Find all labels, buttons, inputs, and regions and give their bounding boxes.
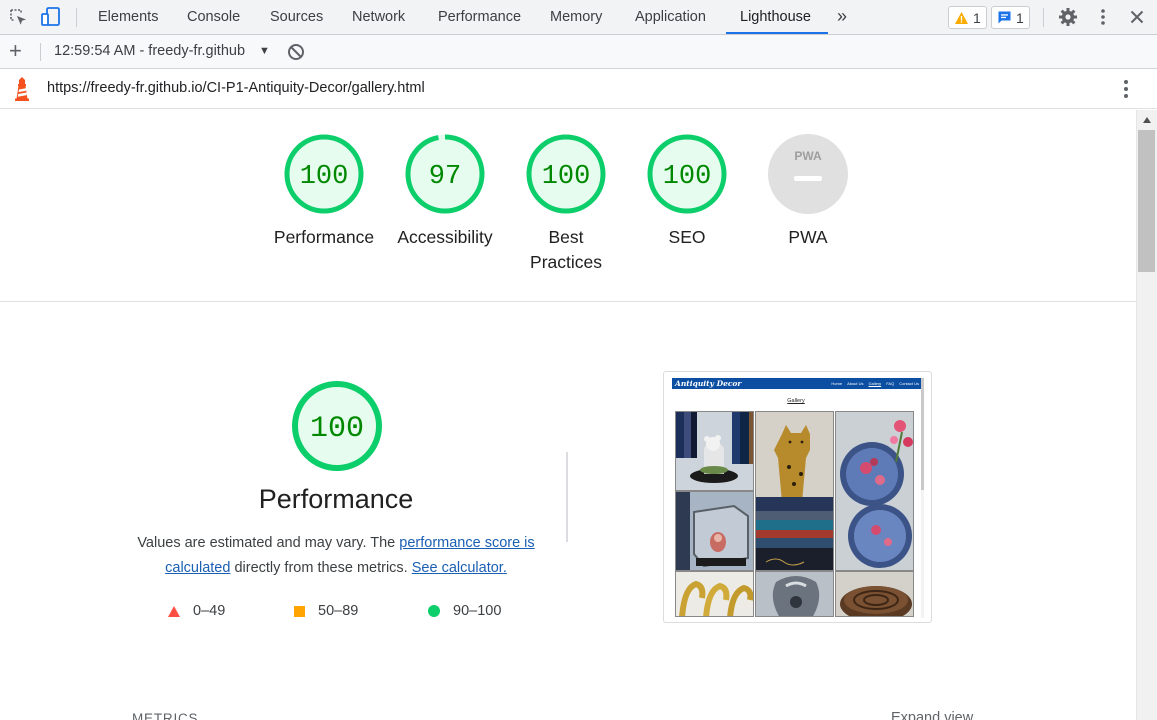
tab-performance[interactable]: Performance (438, 0, 521, 34)
gauge-score: 100 (542, 162, 591, 192)
message-icon (998, 11, 1011, 24)
active-tab-indicator (726, 32, 828, 34)
warnings-badge[interactable]: 1 (948, 6, 987, 29)
inspect-element-icon[interactable] (7, 6, 29, 28)
audited-url[interactable]: https://freedy-fr.github.io/CI-P1-Antiqu… (47, 69, 425, 107)
gallery-image-decorative-plates (835, 411, 914, 571)
thumbnail-gallery-heading: Gallery (787, 398, 805, 404)
tab-elements[interactable]: Elements (98, 0, 158, 34)
pwa-dash-icon (794, 176, 822, 181)
gauge-performance[interactable]: 100 Performance (264, 133, 384, 250)
report-url-row: https://freedy-fr.github.io/CI-P1-Antiqu… (0, 69, 1157, 109)
fail-triangle-icon (168, 605, 180, 617)
section-divider (0, 301, 1136, 302)
gauge-label: SEO (668, 227, 706, 247)
more-tabs-button[interactable]: » (837, 0, 847, 34)
gauge-score: 100 (300, 162, 349, 192)
gauge-seo[interactable]: 100 SEO (627, 133, 747, 250)
kebab-menu-icon[interactable] (1092, 6, 1114, 28)
gallery-image-cat-statue (755, 411, 834, 571)
expand-view-toggle[interactable]: Expand view (891, 710, 973, 720)
close-icon[interactable] (1126, 6, 1148, 28)
warning-icon (955, 11, 968, 24)
performance-score-value: 100 (310, 412, 364, 446)
clear-all-icon[interactable] (287, 43, 305, 66)
gauge-best-practices-ring: 100 (526, 134, 606, 214)
device-toolbar-icon[interactable] (40, 6, 62, 28)
gauge-accessibility-ring: 97 (405, 134, 485, 214)
gallery-image-gold-hooks (675, 571, 754, 617)
pass-circle-icon (428, 605, 440, 617)
legend-fail: 0–49 (168, 603, 225, 619)
tab-memory[interactable]: Memory (550, 0, 602, 34)
scrollbar-thumb[interactable] (1138, 130, 1155, 272)
gauge-score: 97 (429, 162, 461, 192)
lighthouse-logo-icon (12, 77, 32, 106)
gallery-image-glass-box (675, 491, 754, 571)
gauge-score: 100 (663, 162, 712, 192)
legend-pass-range: 90–100 (453, 603, 502, 619)
messages-count: 1 (1016, 9, 1024, 26)
average-square-icon (294, 605, 305, 617)
thumbnail-site-name: Antiquity Decor (675, 379, 742, 388)
tab-application[interactable]: Application (635, 0, 706, 34)
see-calculator-link[interactable]: See calculator. (412, 560, 507, 576)
pwa-badge-text: PWA (794, 149, 822, 163)
gauge-performance-ring: 100 (284, 134, 364, 214)
metrics-header: METRICS (132, 711, 199, 720)
warnings-count: 1 (973, 9, 981, 26)
thumbnail-nav-link: About Us (847, 381, 864, 386)
messages-badge[interactable]: 1 (991, 6, 1030, 29)
legend-average-range: 50–89 (318, 603, 359, 619)
tab-console[interactable]: Console (187, 0, 240, 34)
gauge-best-practices[interactable]: 100 Best Practices (506, 133, 626, 275)
tab-sources[interactable]: Sources (270, 0, 323, 34)
final-screenshot-thumbnail[interactable]: Antiquity Decor Home About Us Gallery FA… (663, 371, 932, 623)
thumbnail-nav-link: Home (831, 381, 843, 386)
legend-fail-range: 0–49 (193, 603, 226, 619)
report-selector[interactable]: 12:59:54 AM - freedy-fr.github (54, 35, 245, 68)
toolbar-separator (76, 8, 77, 27)
gauge-label: Best Practices (530, 227, 602, 272)
gallery-image-vase (755, 571, 834, 617)
settings-gear-icon[interactable] (1057, 6, 1079, 28)
thumbnail-nav-link: Gallery (868, 381, 882, 386)
thumbnail-nav-link: FAQ (886, 381, 895, 386)
description-text: Values are estimated and may vary. The (137, 535, 400, 551)
performance-score-gauge: 100 (291, 380, 383, 477)
gauge-label: Performance (273, 227, 375, 247)
description-text: directly from these metrics. (230, 560, 412, 576)
gallery-image-mouse-figurine (675, 411, 754, 491)
gauge-label: Accessibility (397, 227, 493, 247)
section-vertical-divider (566, 452, 568, 542)
gauge-pwa-ring: PWA (768, 134, 848, 214)
thumbnail-navbar: Antiquity Decor Home About Us Gallery FA… (672, 378, 923, 389)
chevron-down-icon[interactable]: ▼ (259, 35, 270, 67)
performance-gauge-ring: 100 (292, 381, 382, 471)
gauge-pwa[interactable]: PWA PWA (748, 133, 868, 250)
gauge-seo-ring: 100 (647, 134, 727, 214)
performance-title: Performance (258, 484, 414, 514)
lighthouse-report-toolbar: + 12:59:54 AM - freedy-fr.github ▼ (0, 35, 1157, 69)
gauge-accessibility[interactable]: 97 Accessibility (385, 133, 505, 250)
thumbnail-nav-link: Contact Us (899, 381, 919, 386)
gauge-label: PWA (788, 227, 828, 247)
tab-network[interactable]: Network (352, 0, 405, 34)
legend-average: 50–89 (294, 603, 358, 619)
thumbnail-nav-links: Home About Us Gallery FAQ Contact Us (831, 378, 919, 389)
scroll-up-arrow-icon[interactable] (1142, 116, 1152, 124)
performance-description: Values are estimated and may vary. The p… (116, 531, 556, 581)
toolbar-separator (40, 43, 41, 61)
new-report-button[interactable]: + (9, 35, 22, 67)
gallery-image-carved-box (835, 571, 914, 617)
devtools-tab-bar: Elements Console Sources Network Perform… (0, 0, 1157, 35)
toolbar-separator (1043, 8, 1044, 27)
tab-lighthouse[interactable]: Lighthouse (740, 0, 811, 34)
legend-pass: 90–100 (428, 603, 501, 619)
report-menu-icon[interactable] (1123, 79, 1129, 104)
thumbnail-scrollbar (921, 378, 924, 618)
